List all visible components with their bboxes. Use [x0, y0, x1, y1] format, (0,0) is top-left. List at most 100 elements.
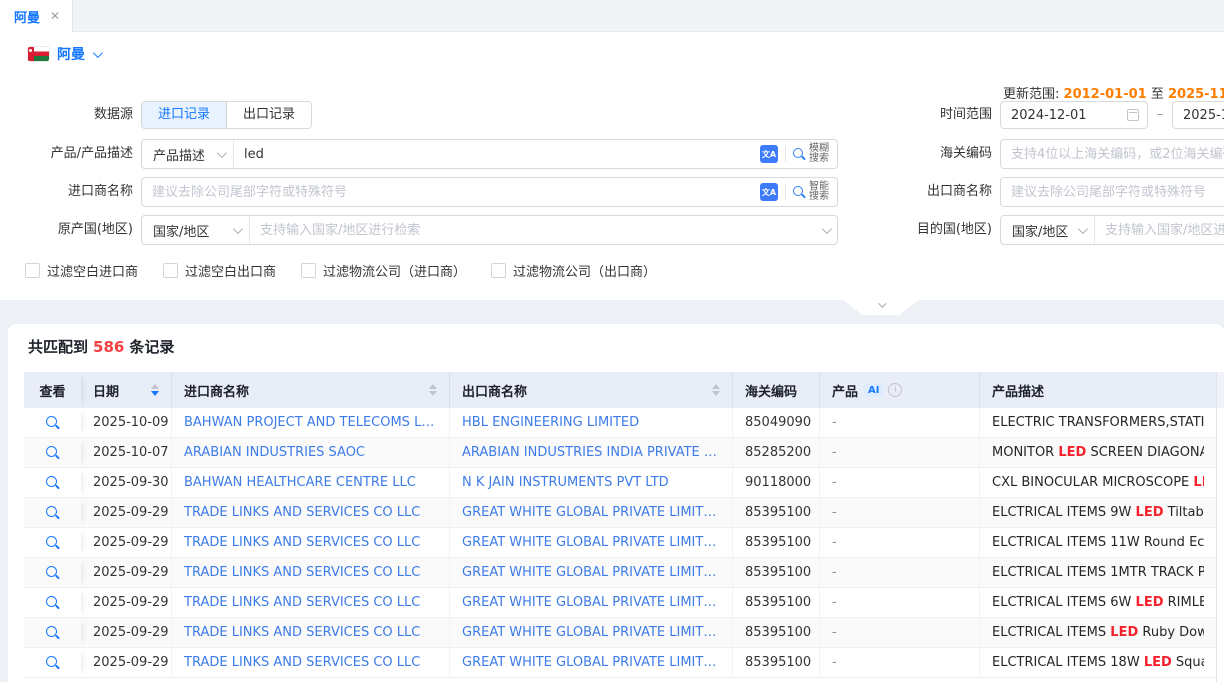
update-range-end: 2025-11-30	[1168, 87, 1224, 102]
view-cell[interactable]	[24, 498, 81, 527]
row-date: 2025-09-29	[93, 565, 169, 580]
sort-icons-importer[interactable]	[429, 384, 437, 396]
view-cell[interactable]	[24, 648, 81, 677]
table-scrollbar[interactable]	[1216, 372, 1224, 682]
view-cell[interactable]	[24, 618, 81, 647]
exporter-link[interactable]: GREAT WHITE GLOBAL PRIVATE LIMITED	[462, 655, 720, 670]
close-icon[interactable]: ✕	[50, 10, 60, 22]
hs-code-input[interactable]	[1000, 139, 1224, 169]
destination-select[interactable]: 国家/地区	[1001, 216, 1095, 244]
col-exporter-label: 出口商名称	[462, 381, 527, 400]
importer-link[interactable]: BAHWAN PROJECT AND TELECOMS LLC	[184, 415, 437, 430]
result-suffix: 条记录	[129, 338, 174, 356]
row-description: ELCTRICAL ITEMS 6W LED RIMLESS ...	[992, 595, 1204, 610]
table-row: 2025-09-30 BAHWAN HEALTHCARE CENTRE LLC …	[24, 468, 1216, 498]
checkbox-filter-logistics-importer[interactable]: 过滤物流公司（进口商）	[301, 261, 466, 280]
table-row: 2025-09-29 TRADE LINKS AND SERVICES CO L…	[24, 588, 1216, 618]
sort-icons-exporter[interactable]	[712, 384, 720, 396]
product-cell: -	[820, 588, 980, 617]
row-hs-code: 85395100	[745, 655, 811, 670]
checkbox-filter-blank-exporter[interactable]: 过滤空白出口商	[163, 261, 276, 280]
product-type-select[interactable]: 产品描述	[142, 140, 234, 168]
importer-cell: BAHWAN PROJECT AND TELECOMS LLC	[172, 408, 450, 437]
view-cell[interactable]	[24, 408, 81, 437]
exporter-link[interactable]: GREAT WHITE GLOBAL PRIVATE LIMITED	[462, 505, 720, 520]
import-records-option[interactable]: 进口记录	[142, 102, 227, 128]
checkbox-icon[interactable]	[491, 263, 506, 278]
info-icon[interactable]: i	[888, 383, 902, 397]
time-range-end-picker[interactable]: 2025-11-30	[1172, 101, 1224, 129]
chevron-down-icon	[822, 224, 832, 234]
sort-icons-date[interactable]	[151, 384, 159, 396]
exporter-link[interactable]: ARABIAN INDUSTRIES INDIA PRIVATE LIMIT..…	[462, 445, 720, 460]
checkbox-icon[interactable]	[25, 263, 40, 278]
app-window: 阿曼 ✕ 阿曼 更新范围: 2012-01-01 至 2025-11-30 数据…	[0, 0, 1224, 682]
importer-input[interactable]	[142, 179, 760, 205]
product-label: 产品/产品描述	[0, 139, 133, 169]
importer-cell: TRADE LINKS AND SERVICES CO LLC	[172, 528, 450, 557]
importer-link[interactable]: TRADE LINKS AND SERVICES CO LLC	[184, 565, 420, 580]
view-detail-icon[interactable]	[46, 446, 60, 460]
export-records-option[interactable]: 出口记录	[227, 102, 311, 128]
product-field: 产品描述 文A 模糊 搜索	[141, 139, 838, 169]
exporter-link[interactable]: GREAT WHITE GLOBAL PRIVATE LIMITED	[462, 535, 720, 550]
description-cell: ELCTRICAL ITEMS 18W LED Square E...	[980, 648, 1216, 677]
view-cell[interactable]	[24, 438, 81, 467]
product-input[interactable]	[234, 141, 760, 167]
view-cell[interactable]	[24, 468, 81, 497]
view-detail-icon[interactable]	[46, 506, 60, 520]
smart-search-button[interactable]: 智能 搜索	[793, 182, 829, 202]
importer-link[interactable]: BAHWAN HEALTHCARE CENTRE LLC	[184, 475, 416, 490]
exporter-input[interactable]	[1000, 177, 1224, 207]
importer-link[interactable]: TRADE LINKS AND SERVICES CO LLC	[184, 535, 420, 550]
importer-link[interactable]: TRADE LINKS AND SERVICES CO LLC	[184, 505, 420, 520]
view-cell[interactable]	[24, 588, 81, 617]
exporter-link[interactable]: GREAT WHITE GLOBAL PRIVATE LIMITED	[462, 625, 720, 640]
col-date[interactable]: 日期	[81, 372, 172, 408]
date-cell: 2025-09-29	[81, 618, 172, 647]
date-cell: 2025-10-09	[81, 408, 172, 437]
col-description: 产品描述	[980, 372, 1216, 408]
exporter-cell: N K JAIN INSTRUMENTS PVT LTD	[450, 468, 733, 497]
view-cell[interactable]	[24, 558, 81, 587]
checkbox-filter-blank-importer[interactable]: 过滤空白进口商	[25, 261, 138, 280]
view-detail-icon[interactable]	[46, 476, 60, 490]
view-detail-icon[interactable]	[46, 626, 60, 640]
importer-link[interactable]: TRADE LINKS AND SERVICES CO LLC	[184, 625, 420, 640]
view-cell[interactable]	[24, 528, 81, 557]
exporter-link[interactable]: GREAT WHITE GLOBAL PRIVATE LIMITED	[462, 595, 720, 610]
row-description: CXL BINOCULAR MICROSCOPE LED (...	[992, 475, 1204, 490]
view-detail-icon[interactable]	[46, 566, 60, 580]
exporter-link[interactable]: N K JAIN INSTRUMENTS PVT LTD	[462, 475, 669, 490]
checkbox-icon[interactable]	[163, 263, 178, 278]
checkbox-icon[interactable]	[301, 263, 316, 278]
origin-country-select[interactable]: 国家/地区	[142, 216, 250, 244]
importer-link[interactable]: ARABIAN INDUSTRIES SAOC	[184, 445, 365, 460]
col-exporter[interactable]: 出口商名称	[450, 372, 733, 408]
exporter-link[interactable]: GREAT WHITE GLOBAL PRIVATE LIMITED	[462, 565, 720, 580]
exporter-link[interactable]: HBL ENGINEERING LIMITED	[462, 415, 639, 430]
time-range-start-picker[interactable]: 2024-12-01	[1000, 101, 1148, 129]
origin-country-input[interactable]	[250, 217, 822, 243]
description-cell: ELCTRICAL ITEMS 9W LED Tiltable sp...	[980, 498, 1216, 527]
country-selector[interactable]: 阿曼	[28, 44, 100, 64]
col-importer[interactable]: 进口商名称	[172, 372, 450, 408]
importer-cell: BAHWAN HEALTHCARE CENTRE LLC	[172, 468, 450, 497]
hs-code-cell: 85395100	[733, 648, 820, 677]
importer-link[interactable]: TRADE LINKS AND SERVICES CO LLC	[184, 655, 420, 670]
view-detail-icon[interactable]	[46, 596, 60, 610]
view-detail-icon[interactable]	[46, 656, 60, 670]
view-detail-icon[interactable]	[46, 536, 60, 550]
translate-icon[interactable]: 文A	[760, 145, 778, 163]
tab-oman[interactable]: 阿曼 ✕	[0, 0, 73, 32]
col-product: 产品 AI i	[820, 372, 980, 408]
exporter-cell: GREAT WHITE GLOBAL PRIVATE LIMITED	[450, 618, 733, 647]
hs-code-cell: 85395100	[733, 498, 820, 527]
view-detail-icon[interactable]	[46, 416, 60, 430]
table-row: 2025-09-29 TRADE LINKS AND SERVICES CO L…	[24, 648, 1216, 678]
fuzzy-search-button[interactable]: 模糊 搜索	[793, 144, 829, 164]
destination-input[interactable]	[1095, 217, 1224, 243]
checkbox-filter-logistics-exporter[interactable]: 过滤物流公司（出口商）	[491, 261, 656, 280]
translate-icon[interactable]: 文A	[760, 183, 778, 201]
importer-link[interactable]: TRADE LINKS AND SERVICES CO LLC	[184, 595, 420, 610]
